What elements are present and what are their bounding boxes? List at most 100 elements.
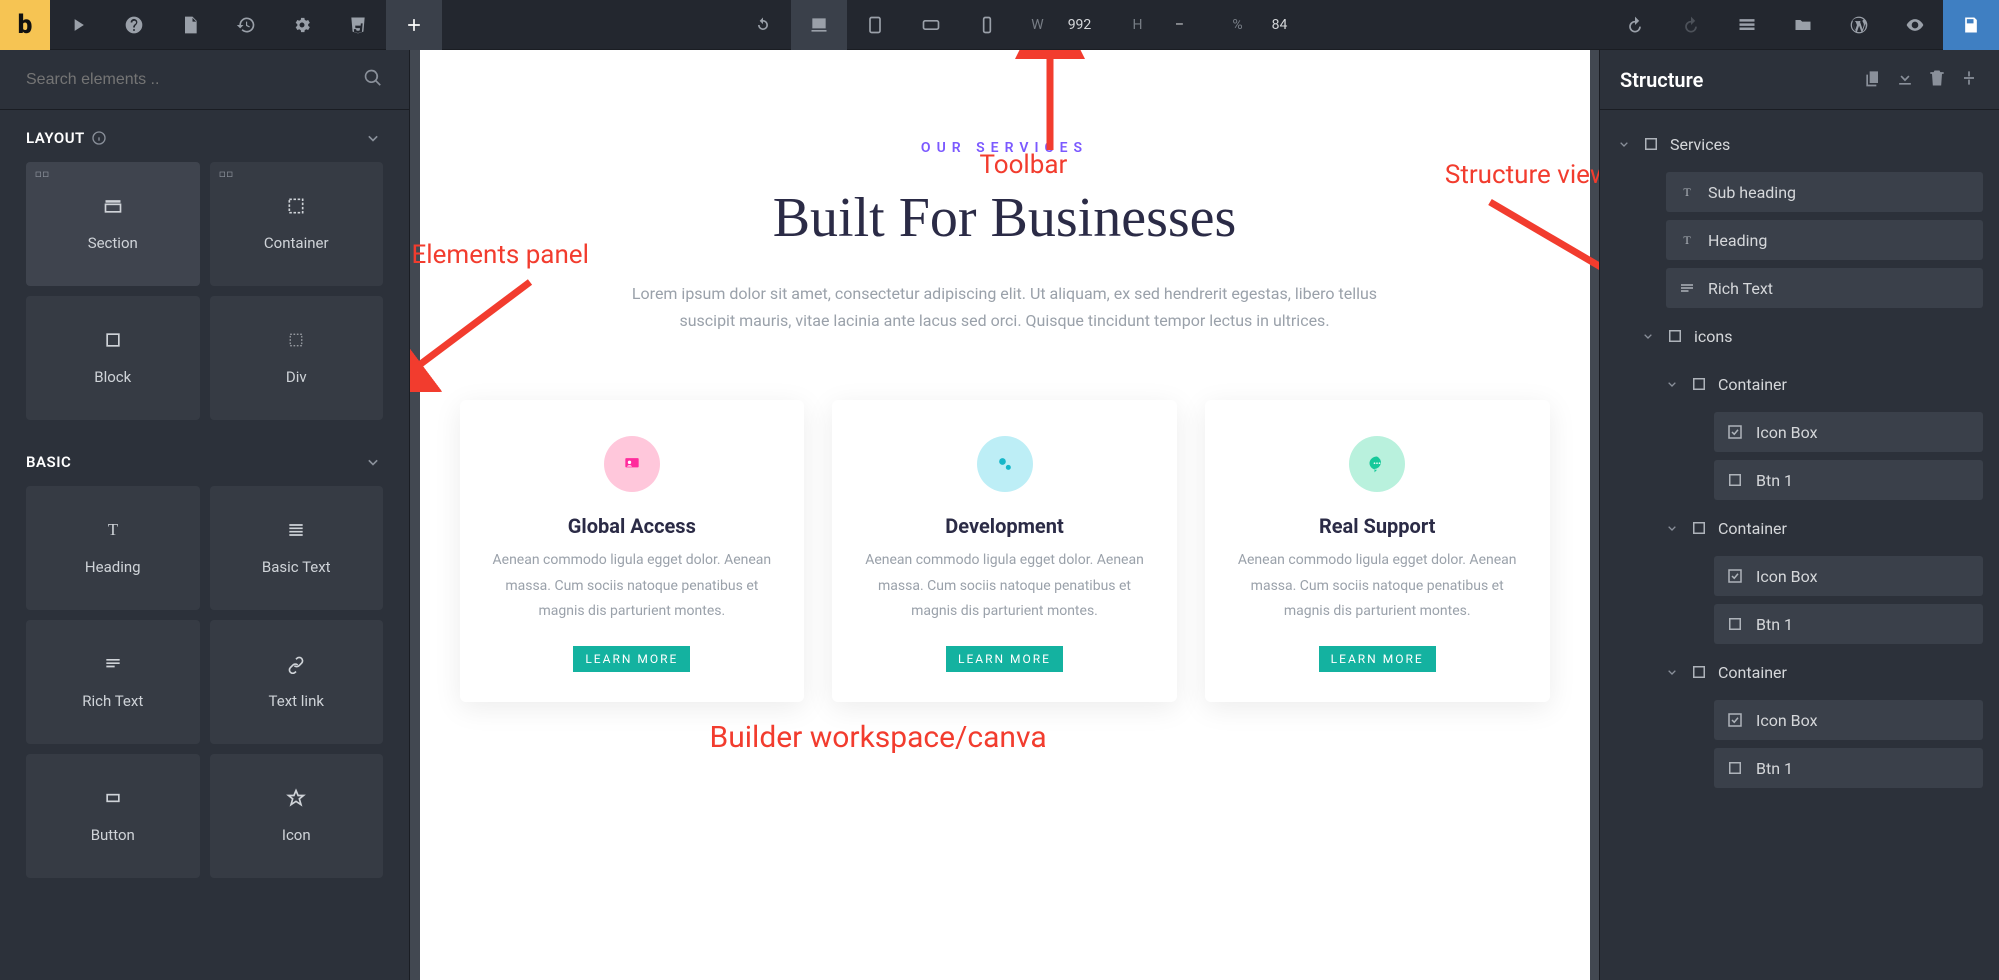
canvas[interactable]: OUR SERVICES Built For Businesses Lorem …	[420, 50, 1590, 980]
element-card-basic-text[interactable]: Basic Text	[210, 486, 384, 610]
canvas-wrapper[interactable]: OUR SERVICES Built For Businesses Lorem …	[410, 50, 1599, 980]
search-input[interactable]	[26, 71, 363, 89]
structure-title: Structure	[1620, 68, 1703, 92]
tree-item[interactable]: Container	[1600, 504, 1999, 552]
icon-icon	[286, 788, 306, 812]
zoom-value[interactable]: 84	[1255, 17, 1305, 33]
tree-icon	[1726, 567, 1744, 585]
tree-item[interactable]: Btn 1	[1600, 744, 1999, 792]
feature-card[interactable]: Real Support Aenean commodo ligula egget…	[1205, 400, 1550, 702]
element-card-block[interactable]: Block	[26, 296, 200, 420]
device-landscape-icon[interactable]	[903, 0, 959, 50]
headline[interactable]: Built For Businesses	[460, 186, 1550, 250]
tree-label: Services	[1670, 135, 1730, 154]
delete-icon[interactable]	[1927, 68, 1947, 92]
element-label: Basic Text	[262, 558, 331, 576]
tree-item[interactable]: Icon Box	[1600, 552, 1999, 600]
element-card-container[interactable]: Container	[210, 162, 384, 286]
tree-icon	[1678, 279, 1696, 297]
tree-label: Btn 1	[1756, 615, 1793, 634]
width-value[interactable]: 992	[1055, 17, 1105, 33]
category-header[interactable]: BASIC	[0, 434, 409, 486]
play-icon[interactable]	[50, 0, 106, 50]
card-text[interactable]: Aenean commodo ligula egget dolor. Aenea…	[860, 548, 1149, 624]
device-tablet-icon[interactable]	[847, 0, 903, 50]
expand-icon[interactable]	[1959, 68, 1979, 92]
feature-card[interactable]: Global Access Aenean commodo ligula egge…	[460, 400, 805, 702]
card-text[interactable]: Aenean commodo ligula egget dolor. Aenea…	[1233, 548, 1522, 624]
element-label: Button	[91, 826, 135, 844]
tree-icon	[1690, 519, 1708, 537]
tree-item[interactable]: Icon Box	[1600, 696, 1999, 744]
pages-icon[interactable]	[162, 0, 218, 50]
tree-label: Icon Box	[1756, 567, 1818, 586]
history-icon[interactable]	[218, 0, 274, 50]
chevron-down-icon[interactable]	[1664, 374, 1680, 394]
element-card-icon[interactable]: Icon	[210, 754, 384, 878]
tree-icon	[1690, 663, 1708, 681]
button-icon	[103, 788, 123, 812]
tree-item[interactable]: Container	[1600, 648, 1999, 696]
height-control[interactable]: H –	[1115, 17, 1215, 33]
card-title[interactable]: Real Support	[1233, 514, 1522, 538]
feature-card[interactable]: Development Aenean commodo ligula egget …	[832, 400, 1177, 702]
tree-item[interactable]: Btn 1	[1600, 456, 1999, 504]
chevron-down-icon[interactable]	[1640, 326, 1656, 346]
element-card-div[interactable]: Div	[210, 296, 384, 420]
help-icon[interactable]	[106, 0, 162, 50]
card-icon	[1349, 436, 1405, 492]
search-icon[interactable]	[363, 68, 383, 92]
wordpress-icon[interactable]	[1831, 0, 1887, 50]
learn-more-button[interactable]: LEARN MORE	[946, 646, 1063, 672]
category-header[interactable]: LAYOUT	[0, 110, 409, 162]
svg-text:T: T	[108, 520, 118, 539]
element-card-button[interactable]: Button	[26, 754, 200, 878]
tree-item[interactable]: Rich Text	[1600, 264, 1999, 312]
add-element-button[interactable]	[386, 0, 442, 50]
rows-icon[interactable]	[1719, 0, 1775, 50]
element-card-rich-text[interactable]: Rich Text	[26, 620, 200, 744]
tree-icon: T	[1678, 231, 1696, 249]
tree-item[interactable]: THeading	[1600, 216, 1999, 264]
width-control[interactable]: W 992	[1015, 17, 1115, 33]
card-title[interactable]: Development	[860, 514, 1149, 538]
save-button[interactable]	[1943, 0, 1999, 50]
card-title[interactable]: Global Access	[488, 514, 777, 538]
tree-item[interactable]: Btn 1	[1600, 600, 1999, 648]
redo-icon[interactable]	[1663, 0, 1719, 50]
tree-item[interactable]: icons	[1600, 312, 1999, 360]
card-text[interactable]: Aenean commodo ligula egget dolor. Aenea…	[488, 548, 777, 624]
tree-item[interactable]: Services	[1600, 120, 1999, 168]
folder-icon[interactable]	[1775, 0, 1831, 50]
reload-icon[interactable]	[735, 0, 791, 50]
tree-item[interactable]: Container	[1600, 360, 1999, 408]
tree-item[interactable]: TSub heading	[1600, 168, 1999, 216]
lead-text[interactable]: Lorem ipsum dolor sit amet, consectetur …	[605, 280, 1405, 334]
learn-more-button[interactable]: LEARN MORE	[1319, 646, 1436, 672]
learn-more-button[interactable]: LEARN MORE	[573, 646, 690, 672]
css-icon[interactable]	[330, 0, 386, 50]
chevron-down-icon[interactable]	[1664, 518, 1680, 538]
element-card-text-link[interactable]: Text link	[210, 620, 384, 744]
preview-icon[interactable]	[1887, 0, 1943, 50]
tree-label: Btn 1	[1756, 471, 1793, 490]
element-card-section[interactable]: Section	[26, 162, 200, 286]
tree-item[interactable]: Icon Box	[1600, 408, 1999, 456]
device-desktop-icon[interactable]	[791, 0, 847, 50]
settings-icon[interactable]	[274, 0, 330, 50]
height-value[interactable]: –	[1155, 17, 1205, 33]
undo-icon[interactable]	[1607, 0, 1663, 50]
chevron-down-icon[interactable]	[1616, 134, 1632, 154]
device-mobile-icon[interactable]	[959, 0, 1015, 50]
element-label: Container	[264, 234, 329, 252]
element-card-heading[interactable]: THeading	[26, 486, 200, 610]
zoom-control[interactable]: % 84	[1215, 17, 1315, 33]
download-icon[interactable]	[1895, 68, 1915, 92]
brand-logo[interactable]: b	[0, 0, 50, 50]
tree-label: Container	[1718, 375, 1787, 394]
container-icon	[286, 196, 306, 220]
eyebrow[interactable]: OUR SERVICES	[460, 140, 1550, 156]
chevron-down-icon[interactable]	[1664, 662, 1680, 682]
svg-text:T: T	[1683, 233, 1691, 247]
copy-icon[interactable]	[1863, 68, 1883, 92]
